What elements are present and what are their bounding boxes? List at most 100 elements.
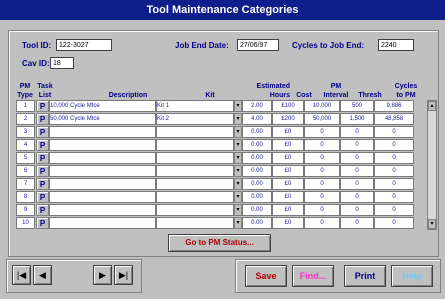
help-button[interactable]: Help: [391, 265, 433, 287]
cycles-cell[interactable]: 9,886: [374, 100, 414, 112]
hours-cell[interactable]: 0.00: [242, 152, 272, 164]
kit-cell[interactable]: Kit 1: [156, 100, 234, 112]
hours-cell[interactable]: 0.00: [242, 126, 272, 138]
cycles-cell[interactable]: 0: [374, 204, 414, 216]
hours-cell[interactable]: 0.00: [242, 204, 272, 216]
pm-type-cell[interactable]: 9: [16, 204, 35, 216]
cycles-cell[interactable]: 0: [374, 217, 414, 229]
interval-cell[interactable]: 0: [304, 139, 340, 151]
kit-cell[interactable]: [156, 191, 234, 203]
kit-cell[interactable]: Kit 2: [156, 113, 234, 125]
scroll-up-icon[interactable]: ▴: [428, 101, 436, 111]
description-cell[interactable]: [49, 217, 156, 229]
description-cell[interactable]: 50,000 Cycle Mtce: [49, 113, 156, 125]
description-cell[interactable]: 10,000 Cycle Mtce: [49, 100, 156, 112]
hours-cell[interactable]: 0.00: [242, 139, 272, 151]
print-button[interactable]: Print: [344, 265, 386, 287]
hours-cell[interactable]: 0.00: [242, 191, 272, 203]
previous-record-button[interactable]: ◀: [33, 265, 52, 285]
cost-cell[interactable]: £0: [272, 165, 304, 177]
interval-cell[interactable]: 0: [304, 126, 340, 138]
interval-cell[interactable]: 0: [304, 165, 340, 177]
thresh-cell[interactable]: 0: [340, 126, 374, 138]
task-list-button[interactable]: P: [36, 178, 49, 190]
kit-dropdown-icon[interactable]: ▾: [234, 139, 242, 151]
description-cell[interactable]: [49, 165, 156, 177]
task-list-button[interactable]: P: [36, 191, 49, 203]
cost-cell[interactable]: £0: [272, 204, 304, 216]
hours-cell[interactable]: 0.00: [242, 178, 272, 190]
pm-type-cell[interactable]: 8: [16, 191, 35, 203]
task-list-button[interactable]: P: [36, 165, 49, 177]
kit-cell[interactable]: [156, 139, 234, 151]
job-end-date-field[interactable]: 27/06/97: [237, 39, 279, 51]
interval-cell[interactable]: 0: [304, 178, 340, 190]
description-cell[interactable]: [49, 126, 156, 138]
task-list-button[interactable]: P: [36, 113, 49, 125]
cost-cell[interactable]: £0: [272, 191, 304, 203]
interval-cell[interactable]: 10,000: [304, 100, 340, 112]
cycles-cell[interactable]: 0: [374, 126, 414, 138]
task-list-button[interactable]: P: [36, 139, 49, 151]
task-list-button[interactable]: P: [36, 152, 49, 164]
hours-cell[interactable]: 2.00: [242, 100, 272, 112]
description-cell[interactable]: [49, 139, 156, 151]
kit-dropdown-icon[interactable]: ▾: [234, 217, 242, 229]
cycles-cell[interactable]: 0: [374, 165, 414, 177]
thresh-cell[interactable]: 1,500: [340, 113, 374, 125]
kit-cell[interactable]: [156, 152, 234, 164]
thresh-cell[interactable]: 500: [340, 100, 374, 112]
cost-cell[interactable]: £0: [272, 139, 304, 151]
description-cell[interactable]: [49, 152, 156, 164]
task-list-button[interactable]: P: [36, 100, 49, 112]
cycles-cell[interactable]: 0: [374, 191, 414, 203]
kit-dropdown-icon[interactable]: ▾: [234, 100, 242, 112]
thresh-cell[interactable]: 0: [340, 217, 374, 229]
pm-type-cell[interactable]: 5: [16, 152, 35, 164]
thresh-cell[interactable]: 0: [340, 165, 374, 177]
description-cell[interactable]: [49, 178, 156, 190]
save-button[interactable]: Save: [245, 265, 287, 287]
kit-dropdown-icon[interactable]: ▾: [234, 191, 242, 203]
cost-cell[interactable]: £100: [272, 100, 304, 112]
pm-type-cell[interactable]: 10: [16, 217, 35, 229]
kit-dropdown-icon[interactable]: ▾: [234, 165, 242, 177]
grid-scrollbar[interactable]: ▴ ▾: [427, 100, 437, 230]
interval-cell[interactable]: 0: [304, 204, 340, 216]
go-to-pm-status-button[interactable]: Go to PM Status...: [168, 234, 271, 252]
description-cell[interactable]: [49, 191, 156, 203]
cav-id-field[interactable]: 18: [50, 57, 74, 69]
hours-cell[interactable]: 4.00: [242, 113, 272, 125]
thresh-cell[interactable]: 0: [340, 178, 374, 190]
kit-dropdown-icon[interactable]: ▾: [234, 178, 242, 190]
tool-id-field[interactable]: 122-3027: [56, 39, 112, 51]
pm-type-cell[interactable]: 2: [16, 113, 35, 125]
pm-type-cell[interactable]: 4: [16, 139, 35, 151]
pm-type-cell[interactable]: 3: [16, 126, 35, 138]
thresh-cell[interactable]: 0: [340, 139, 374, 151]
thresh-cell[interactable]: 0: [340, 152, 374, 164]
interval-cell[interactable]: 0: [304, 191, 340, 203]
cost-cell[interactable]: £0: [272, 178, 304, 190]
cycles-cell[interactable]: 0: [374, 152, 414, 164]
hours-cell[interactable]: 0.00: [242, 217, 272, 229]
kit-cell[interactable]: [156, 126, 234, 138]
first-record-button[interactable]: |◀: [12, 265, 31, 285]
cycles-to-job-end-field[interactable]: 2240: [378, 39, 414, 51]
pm-type-cell[interactable]: 7: [16, 178, 35, 190]
interval-cell[interactable]: 50,000: [304, 113, 340, 125]
last-record-button[interactable]: ▶|: [114, 265, 133, 285]
kit-cell[interactable]: [156, 204, 234, 216]
kit-dropdown-icon[interactable]: ▾: [234, 152, 242, 164]
interval-cell[interactable]: 0: [304, 217, 340, 229]
thresh-cell[interactable]: 0: [340, 191, 374, 203]
cycles-cell[interactable]: 0: [374, 178, 414, 190]
cost-cell[interactable]: £0: [272, 217, 304, 229]
task-list-button[interactable]: P: [36, 126, 49, 138]
cost-cell[interactable]: £200: [272, 113, 304, 125]
pm-type-cell[interactable]: 6: [16, 165, 35, 177]
cycles-cell[interactable]: 0: [374, 139, 414, 151]
cost-cell[interactable]: £0: [272, 152, 304, 164]
hours-cell[interactable]: 0.00: [242, 165, 272, 177]
pm-type-cell[interactable]: 1: [16, 100, 35, 112]
